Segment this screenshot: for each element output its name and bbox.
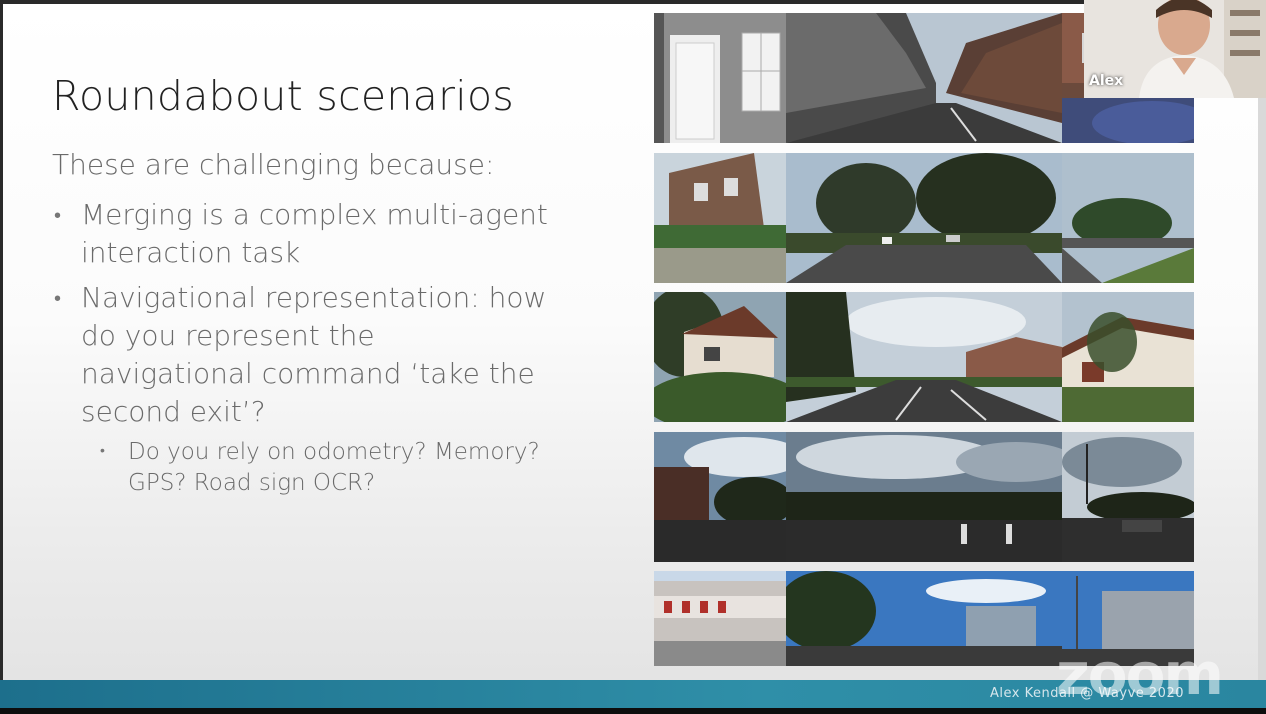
junction-photo-center bbox=[786, 152, 1062, 283]
sub-bullet-list: • Do you rely on odometry? Memory? GPS? … bbox=[100, 437, 540, 499]
suburb-photo-left bbox=[654, 292, 786, 422]
street-photo-left bbox=[654, 13, 786, 143]
roundabout-image-grid bbox=[654, 13, 1194, 676]
bullet-text: Merging is a complex multi-agent interac… bbox=[81, 198, 548, 269]
slide-intro: These are challenging because: bbox=[52, 148, 495, 181]
suburb-photo-right bbox=[1062, 292, 1194, 422]
stadium-photo-center bbox=[786, 571, 1062, 666]
image-row-2 bbox=[654, 152, 1194, 283]
presentation-slide: Roundabout scenarios These are challengi… bbox=[0, 0, 1266, 714]
sub-bullet-dot: • bbox=[100, 443, 105, 459]
roundabout-photo-right bbox=[1062, 431, 1194, 562]
bullet-text: Navigational representation: how do you … bbox=[81, 281, 547, 428]
bullet-navigation: • Navigational representation: how do yo… bbox=[52, 279, 552, 431]
slide-title: Roundabout scenarios bbox=[52, 72, 514, 120]
bullet-merging: • Merging is a complex multi-agent inter… bbox=[52, 196, 552, 272]
bullet-list: • Merging is a complex multi-agent inter… bbox=[52, 196, 552, 438]
junction-photo-left bbox=[654, 152, 786, 283]
roundabout-photo-left bbox=[654, 431, 786, 562]
window-edge-top bbox=[0, 0, 1266, 4]
junction-photo-right bbox=[1062, 152, 1194, 283]
suburb-photo-center bbox=[786, 292, 1062, 422]
image-row-3 bbox=[654, 292, 1194, 422]
screen-bottom-edge bbox=[0, 708, 1266, 714]
roundabout-photo-center bbox=[786, 431, 1062, 562]
zoom-watermark: zoom bbox=[1056, 640, 1224, 708]
participant-name-label: Alex bbox=[1089, 73, 1124, 89]
sub-bullet-odometry: • Do you rely on odometry? Memory? GPS? … bbox=[100, 437, 540, 499]
window-edge-left bbox=[0, 0, 3, 714]
image-row-4 bbox=[654, 431, 1194, 562]
stadium-photo-left bbox=[654, 571, 786, 666]
street-photo-center bbox=[786, 13, 1062, 143]
slide-right-edge bbox=[1258, 98, 1266, 680]
bullet-dot: • bbox=[54, 286, 62, 310]
sub-bullet-text: Do you rely on odometry? Memory? GPS? Ro… bbox=[128, 439, 540, 496]
bullet-dot: • bbox=[54, 203, 62, 227]
